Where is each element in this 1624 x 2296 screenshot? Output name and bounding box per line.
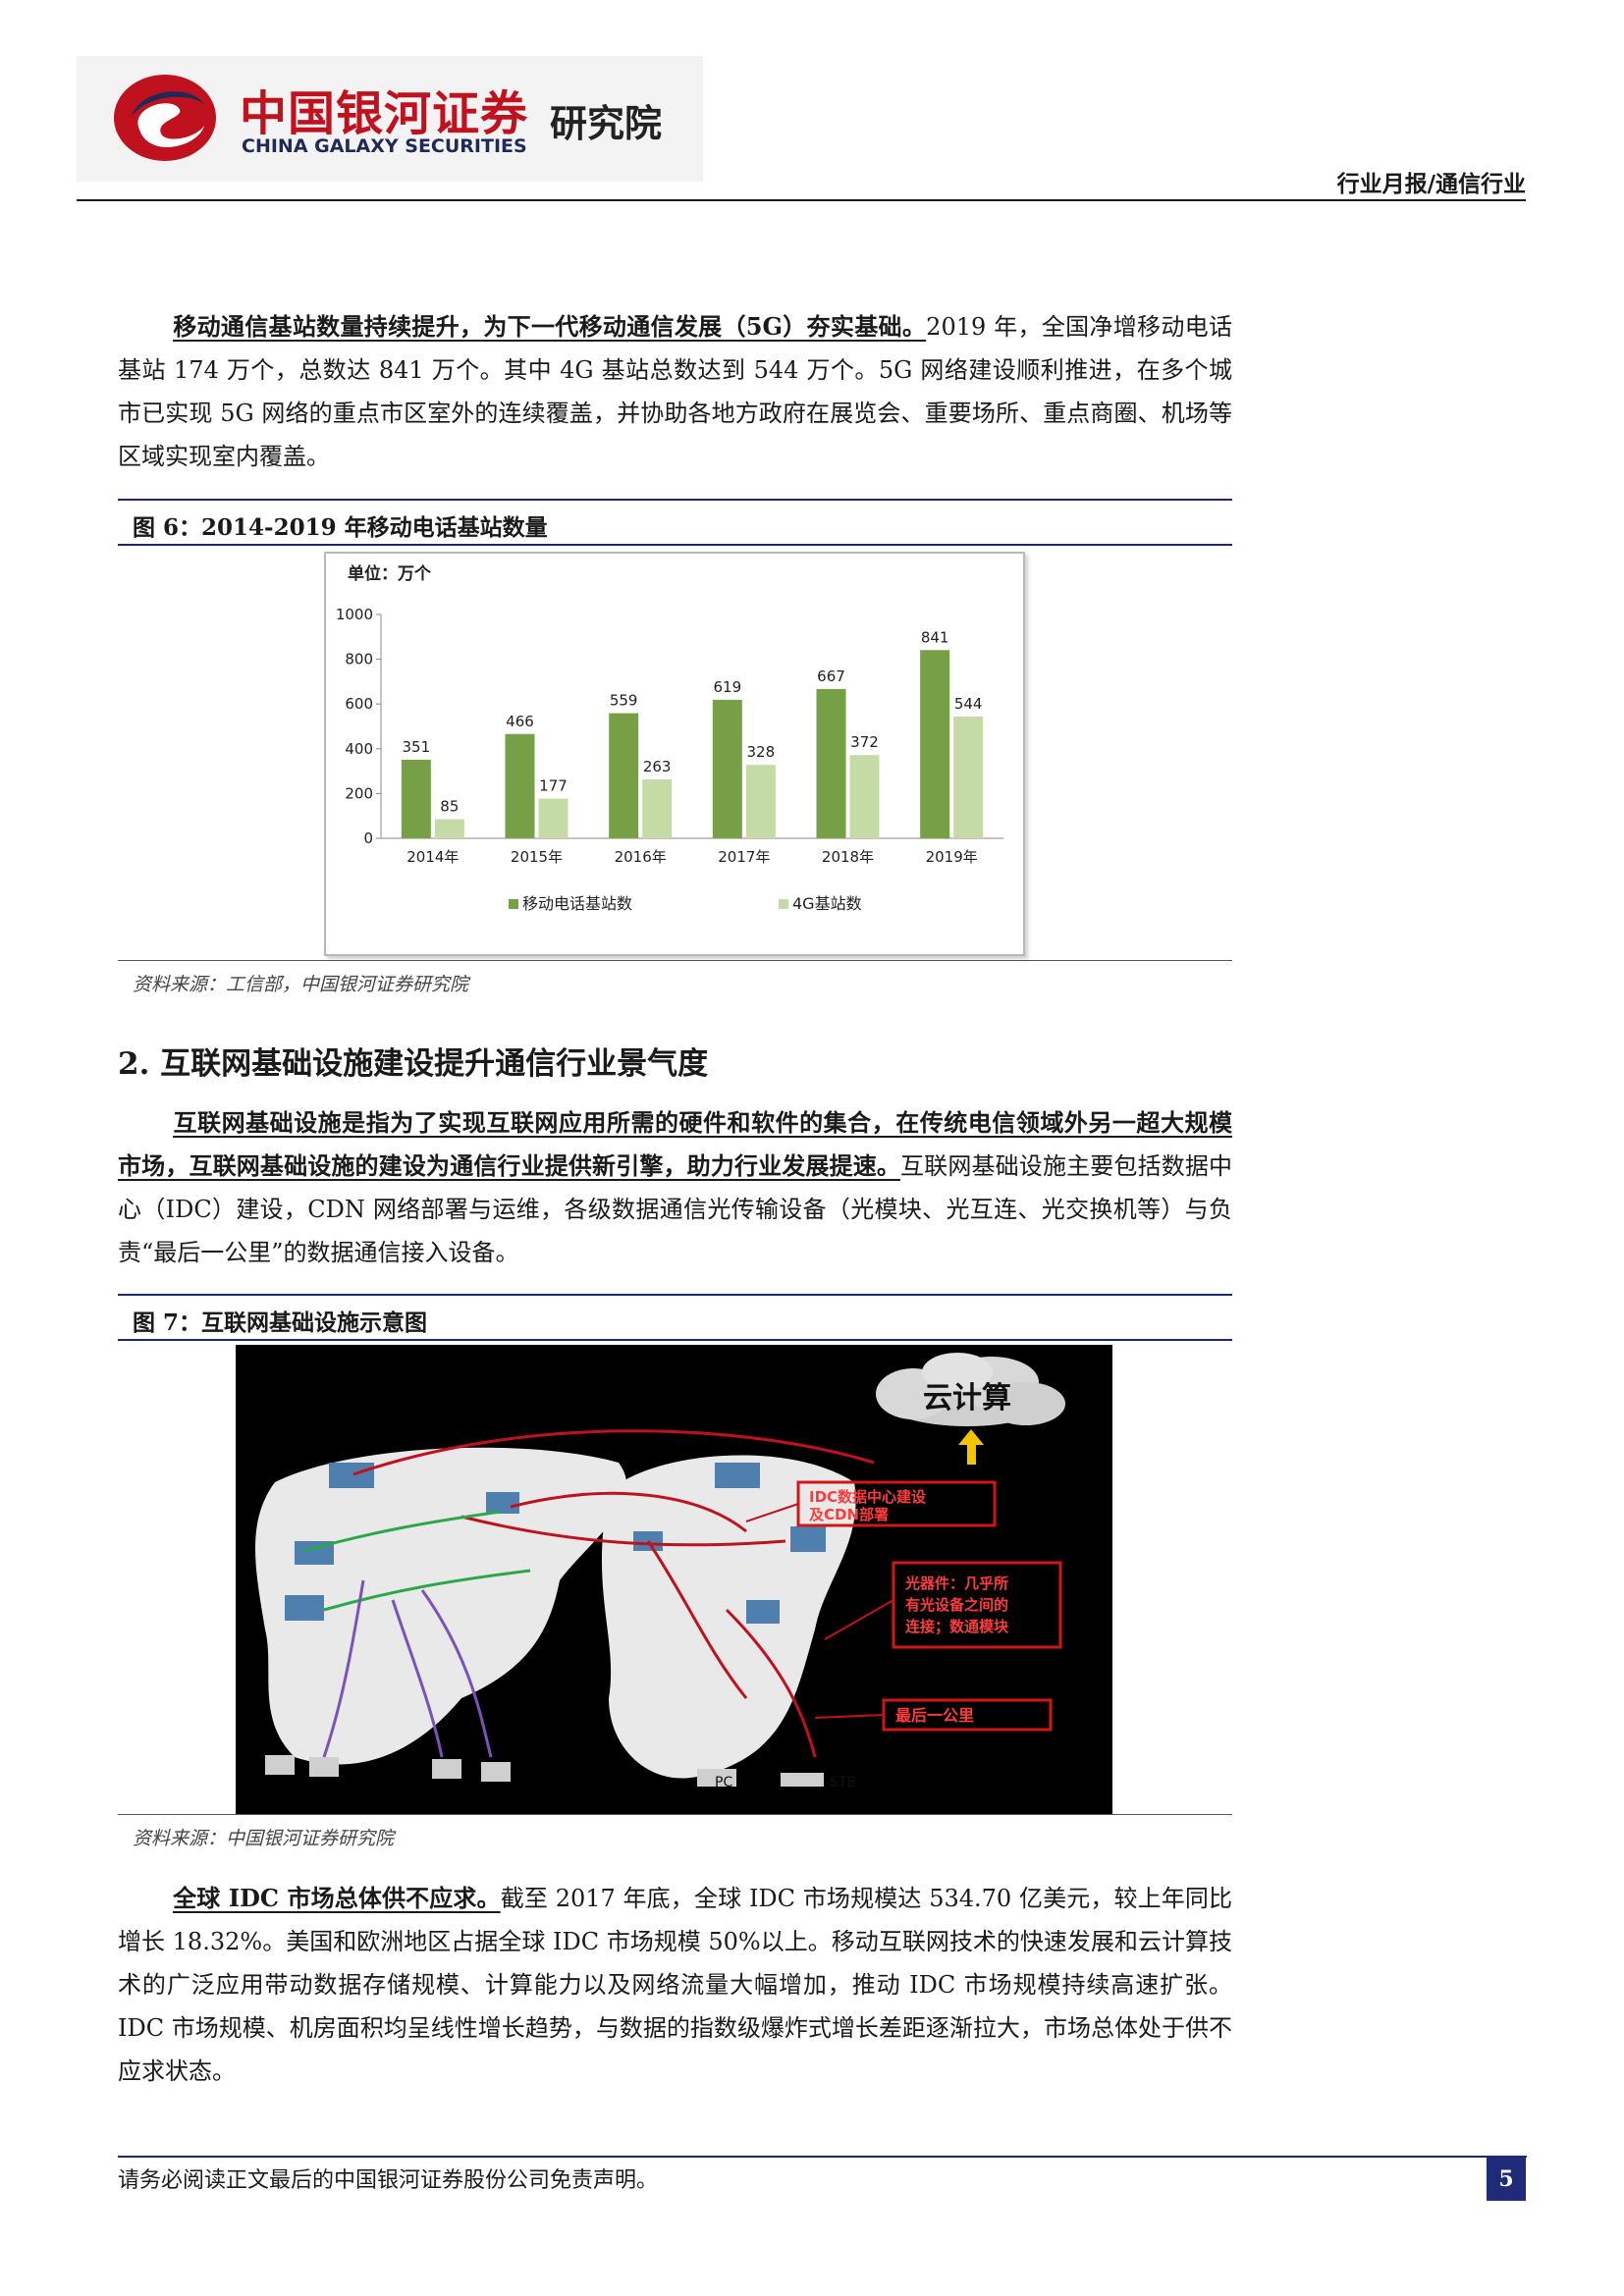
bar-data-label: 559 bbox=[610, 692, 638, 710]
bar-data-label: 841 bbox=[921, 628, 949, 646]
report-category: 行业月报/通信行业 bbox=[1336, 171, 1526, 197]
bar-data-label: 328 bbox=[747, 743, 776, 761]
bar-4g-stations bbox=[434, 819, 464, 838]
x-tick-label: 2017年 bbox=[718, 848, 770, 866]
optical-box-line1: 光器件：几乎所 bbox=[904, 1575, 1008, 1592]
infrastructure-diagram: 云计算 IDC数据中心建设 及CDN部署 光器件：几乎所 有光设备之间的 连接；… bbox=[236, 1345, 1112, 1814]
bar-4g-stations bbox=[745, 765, 776, 838]
bar-data-label: 177 bbox=[539, 777, 568, 795]
legend-label: 4G基站数 bbox=[792, 894, 862, 913]
paragraph-body: 截至 2017 年底，全球 IDC 市场规模达 534.70 亿美元，较上年同比… bbox=[118, 1885, 1232, 2085]
bar-mobile-stations bbox=[401, 759, 431, 838]
bar-data-label: 667 bbox=[817, 667, 845, 685]
idc-box-line1: IDC数据中心建设 bbox=[809, 1488, 926, 1506]
cloud-label: 云计算 bbox=[923, 1381, 1011, 1415]
bar-data-label: 466 bbox=[506, 713, 534, 730]
bar-chart: 单位：万个 0 200 400 600 800 1000 2014年 2015年 2016年 20… bbox=[336, 563, 1003, 913]
bar-4g-stations bbox=[642, 779, 673, 838]
x-tick-label: 2018年 bbox=[822, 848, 874, 866]
footer-divider bbox=[118, 2156, 1527, 2158]
paragraph-base-stations: 移动通信基站数量持续提升，为下一代移动通信发展（5G）夯实基础。2019 年，全… bbox=[118, 305, 1232, 478]
galaxy-logo-icon bbox=[114, 75, 216, 161]
logo-chinese-name: 中国银河证券 bbox=[240, 86, 529, 141]
page-number: 5 bbox=[1487, 2158, 1526, 2201]
institute-name: 研究院 bbox=[550, 102, 663, 145]
chart-unit-label: 单位：万个 bbox=[348, 563, 432, 584]
figure-caption-bottom-rule bbox=[118, 1339, 1232, 1341]
y-tick-label: 200 bbox=[345, 784, 373, 802]
y-tick-label: 0 bbox=[363, 829, 373, 847]
bar-chart-frame: 单位：万个 0 200 400 600 800 1000 2014年 2015年 2016年 20… bbox=[324, 552, 1025, 956]
bar-data-label: 619 bbox=[714, 678, 742, 696]
bar-data-label: 544 bbox=[954, 695, 983, 713]
paragraph-idc-market: 全球 IDC 市场总体供不应求。截至 2017 年底，全球 IDC 市场规模达 … bbox=[118, 1877, 1232, 2093]
bar-mobile-stations bbox=[505, 733, 535, 838]
idc-box-line2: 及CDN部署 bbox=[809, 1506, 889, 1523]
bar-mobile-stations bbox=[920, 650, 950, 838]
figure-source-rule bbox=[118, 1814, 1232, 1815]
legend-swatch bbox=[779, 899, 788, 909]
figure-caption-bottom-rule bbox=[118, 544, 1232, 546]
figure-caption: 图 7：互联网基础设施示意图 bbox=[133, 1309, 428, 1336]
pc-label: PC bbox=[715, 1775, 732, 1790]
paragraph-lead: 移动通信基站数量持续提升，为下一代移动通信发展（5G）夯实基础。 bbox=[173, 312, 927, 341]
bar-mobile-stations bbox=[609, 713, 639, 838]
legend-swatch bbox=[509, 899, 518, 909]
header-divider bbox=[77, 199, 1526, 201]
x-tick-label: 2014年 bbox=[406, 848, 459, 866]
paragraph-internet-infrastructure: 互联网基础设施是指为了实现互联网应用所需的硬件和软件的集合，在传统电信领域外另一… bbox=[118, 1101, 1232, 1274]
figure-source: 资料来源：中国银河证券研究院 bbox=[133, 1828, 395, 1849]
stb-label: STB bbox=[830, 1775, 856, 1790]
bar-data-label: 85 bbox=[440, 798, 459, 816]
figure-caption: 图 6：2014-2019 年移动电话基站数量 bbox=[133, 514, 548, 541]
y-tick-label: 600 bbox=[345, 695, 373, 713]
x-tick-label: 2019年 bbox=[926, 848, 978, 866]
legend-label: 移动电话基站数 bbox=[522, 894, 632, 913]
y-tick-label: 800 bbox=[345, 651, 373, 668]
logo-english-name: CHINA GALAXY SECURITIES bbox=[242, 135, 527, 157]
x-tick-label: 2016年 bbox=[615, 848, 667, 866]
y-tick-label: 1000 bbox=[336, 606, 373, 623]
bar-4g-stations bbox=[849, 755, 880, 838]
figure-source: 资料来源：工信部，中国银河证券研究院 bbox=[133, 974, 469, 995]
bar-4g-stations bbox=[953, 716, 984, 838]
bar-4g-stations bbox=[538, 798, 568, 838]
last-mile-label: 最后一公里 bbox=[895, 1706, 974, 1725]
bar-data-label: 263 bbox=[643, 758, 672, 775]
bar-mobile-stations bbox=[712, 699, 742, 838]
optical-box-line3: 连接；数通模块 bbox=[905, 1618, 1009, 1635]
optical-box-line2: 有光设备之间的 bbox=[905, 1596, 1008, 1614]
paragraph-lead: 全球 IDC 市场总体供不应求。 bbox=[173, 1884, 501, 1912]
bar-data-label: 351 bbox=[403, 738, 431, 756]
section-title: 2. 互联网基础设施建设提升通信行业景气度 bbox=[118, 1046, 709, 1082]
bar-mobile-stations bbox=[816, 688, 846, 838]
figure-caption-top-rule bbox=[118, 499, 1232, 501]
footer-disclaimer: 请务必阅读正文最后的中国银河证券股份公司免责声明。 bbox=[118, 2168, 659, 2193]
arrow-up-icon bbox=[958, 1429, 984, 1465]
bar-data-label: 372 bbox=[850, 733, 879, 751]
x-tick-label: 2015年 bbox=[511, 848, 563, 866]
figure-source-rule bbox=[118, 960, 1232, 961]
y-tick-label: 400 bbox=[345, 740, 373, 758]
figure-caption-top-rule bbox=[118, 1294, 1232, 1296]
